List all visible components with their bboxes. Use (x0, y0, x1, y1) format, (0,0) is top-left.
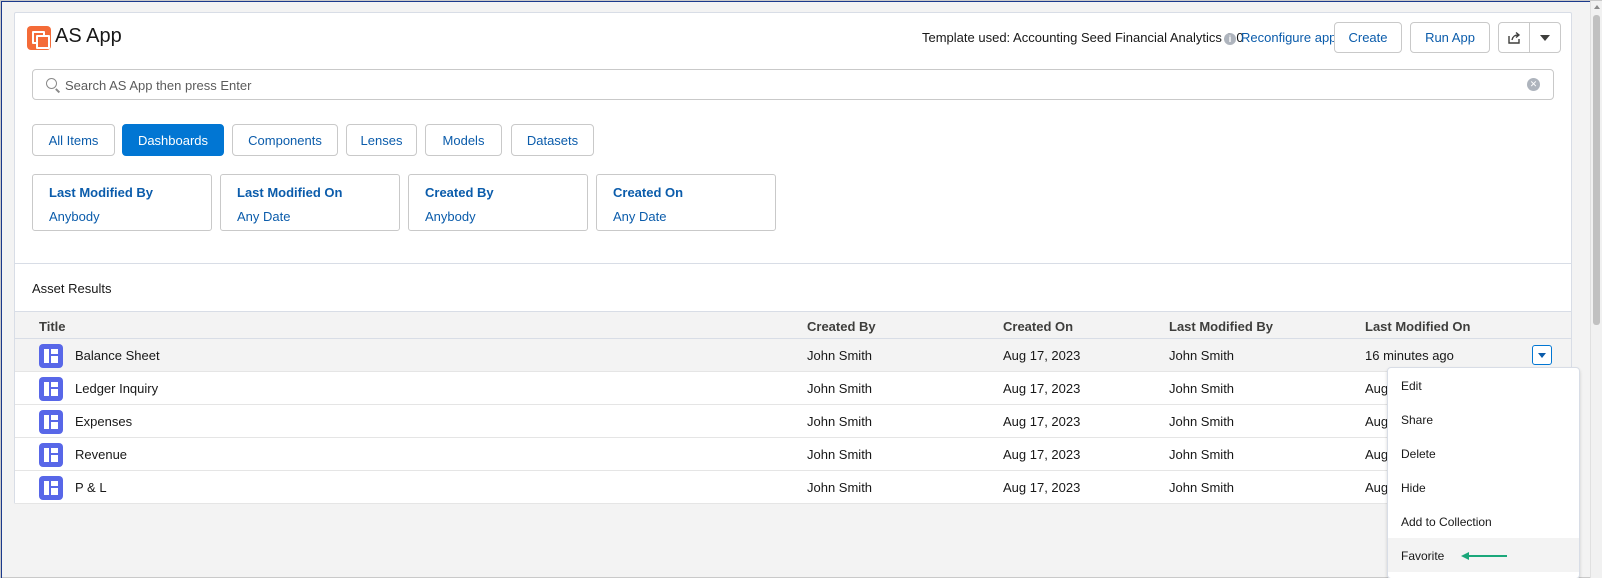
created-on-cell: Aug 17, 2023 (1003, 480, 1081, 495)
app-title: AS App (55, 25, 122, 47)
app-logo-icon (27, 26, 51, 50)
column-header-created-on[interactable]: Created On (1003, 319, 1073, 334)
scroll-up-icon[interactable] (1594, 5, 1600, 9)
share-icon (1508, 31, 1521, 44)
menu-item-favorite[interactable]: Favorite (1388, 538, 1579, 572)
created-on-cell: Aug 17, 2023 (1003, 348, 1081, 363)
menu-item-label: Favorite (1401, 549, 1445, 563)
asset-title-link[interactable]: Expenses (75, 414, 132, 429)
filter-value: Anybody (49, 209, 100, 224)
tab-all-items[interactable]: All Items (32, 124, 115, 156)
last-modified-by-cell: John Smith (1169, 348, 1235, 363)
dashboard-icon (39, 410, 63, 434)
menu-item-label: Hide (1401, 481, 1426, 495)
reconfigure-app-link[interactable]: Reconfigure app (1241, 30, 1336, 45)
table-row[interactable]: Ledger Inquiry John Smith Aug 17, 2023 J… (15, 372, 1571, 405)
dashboard-icon (39, 443, 63, 467)
last-modified-by-cell: John Smith (1169, 381, 1235, 396)
table-header: Title Created By Created On Last Modifie… (15, 311, 1571, 339)
last-modified-on-cell: 16 minutes ago (1365, 348, 1454, 363)
tab-lenses[interactable]: Lenses (346, 124, 417, 156)
created-by-cell: John Smith (807, 348, 873, 363)
dashboard-icon (39, 476, 63, 500)
menu-item-label: Delete (1401, 447, 1436, 461)
run-app-button[interactable]: Run App (1410, 22, 1490, 53)
last-modified-on-cell: Aug (1365, 480, 1389, 495)
filter-value: Any Date (237, 209, 291, 224)
filter-label: Last Modified By (49, 185, 154, 200)
filter-value: Any Date (613, 209, 667, 224)
filter-created-by[interactable]: Created By Anybody (408, 174, 588, 231)
app-card: AS App Template used: Accounting Seed Fi… (14, 12, 1572, 504)
created-on-cell: Aug 17, 2023 (1003, 447, 1081, 462)
created-on-cell: Aug 17, 2023 (1003, 381, 1081, 396)
created-by-cell: John Smith (807, 414, 873, 429)
filter-label: Last Modified On (237, 185, 343, 200)
filter-last-modified-on[interactable]: Last Modified On Any Date (220, 174, 400, 231)
last-modified-on-cell: Aug (1365, 447, 1389, 462)
dashboard-icon (39, 344, 63, 368)
created-by-cell: John Smith (807, 480, 873, 495)
tab-models[interactable]: Models (425, 124, 502, 156)
search-input[interactable] (65, 76, 1505, 94)
tab-components[interactable]: Components (232, 124, 338, 156)
table-row[interactable]: Expenses John Smith Aug 17, 2023 John Sm… (15, 405, 1571, 438)
scrollbar-thumb[interactable] (1593, 15, 1600, 325)
tab-dashboards[interactable]: Dashboards (122, 124, 224, 156)
info-icon[interactable]: i (1224, 33, 1236, 45)
filter-value: Anybody (425, 209, 476, 224)
menu-item-share[interactable]: Share (1388, 402, 1579, 436)
window-frame-left (1, 1, 2, 578)
asset-title-link[interactable]: Balance Sheet (75, 348, 160, 363)
filter-label: Created By (425, 185, 494, 200)
table-row[interactable]: P & L John Smith Aug 17, 2023 John Smith… (15, 471, 1571, 504)
last-modified-by-cell: John Smith (1169, 447, 1235, 462)
created-by-cell: John Smith (807, 381, 873, 396)
last-modified-by-cell: John Smith (1169, 414, 1235, 429)
menu-item-label: Add to Collection (1401, 515, 1492, 529)
search-icon (46, 78, 57, 89)
column-header-created-by[interactable]: Created By (807, 319, 876, 334)
section-divider (15, 263, 1571, 264)
tab-datasets[interactable]: Datasets (511, 124, 594, 156)
dashboard-icon (39, 377, 63, 401)
menu-item-delete[interactable]: Delete (1388, 436, 1579, 470)
chevron-down-icon (1540, 34, 1550, 41)
annotation-arrow-icon (1461, 552, 1507, 560)
share-button[interactable] (1498, 22, 1530, 53)
table-row[interactable]: Revenue John Smith Aug 17, 2023 John Smi… (15, 438, 1571, 471)
more-actions-button[interactable] (1529, 22, 1561, 53)
asset-title-link[interactable]: Revenue (75, 447, 127, 462)
menu-item-label: Edit (1401, 379, 1422, 393)
created-on-cell: Aug 17, 2023 (1003, 414, 1081, 429)
asset-title-link[interactable]: Ledger Inquiry (75, 381, 158, 396)
column-header-title[interactable]: Title (39, 319, 66, 334)
last-modified-on-cell: Aug (1365, 414, 1389, 429)
search-bar[interactable]: ✕ (32, 69, 1554, 100)
row-actions-menu: Edit Share Delete Hide Add to Collection… (1387, 367, 1580, 578)
menu-item-label: Share (1401, 413, 1434, 427)
filter-label: Created On (613, 185, 684, 200)
asset-results-heading: Asset Results (32, 281, 112, 296)
filter-last-modified-by[interactable]: Last Modified By Anybody (32, 174, 212, 231)
create-button[interactable]: Create (1334, 22, 1402, 53)
template-used-text: Template used: Accounting Seed Financial… (922, 30, 1244, 45)
last-modified-by-cell: John Smith (1169, 480, 1235, 495)
menu-item-hide[interactable]: Hide (1388, 470, 1579, 504)
filter-created-on[interactable]: Created On Any Date (596, 174, 776, 231)
window-frame-top (1, 1, 1602, 2)
column-header-last-modified-by[interactable]: Last Modified By (1169, 319, 1273, 334)
menu-item-add-to-collection[interactable]: Add to Collection (1388, 504, 1579, 538)
column-header-last-modified-on[interactable]: Last Modified On (1365, 319, 1470, 334)
row-actions-dropdown-button[interactable] (1532, 345, 1552, 365)
menu-item-edit[interactable]: Edit (1388, 368, 1579, 402)
clear-search-icon[interactable]: ✕ (1527, 78, 1540, 91)
table-row[interactable]: Balance Sheet John Smith Aug 17, 2023 Jo… (15, 339, 1571, 372)
vertical-scrollbar[interactable] (1590, 1, 1602, 578)
created-by-cell: John Smith (807, 447, 873, 462)
asset-title-link[interactable]: P & L (75, 480, 107, 495)
last-modified-on-cell: Aug (1365, 381, 1389, 396)
